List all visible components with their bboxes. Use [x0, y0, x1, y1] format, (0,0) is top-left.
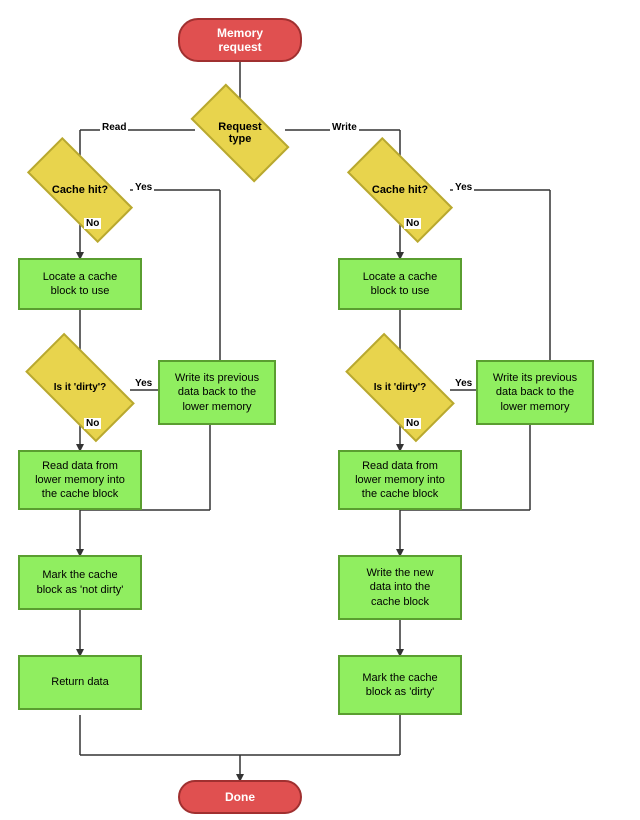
right-cache-hit-yes: Yes	[453, 182, 474, 193]
left-read-lower-block: Read data fromlower memory intothe cache…	[18, 450, 142, 510]
left-locate-label: Locate a cacheblock to use	[43, 270, 118, 299]
left-writeback-block: Write its previousdata back to thelower …	[158, 360, 276, 425]
right-mark-dirty-block: Mark the cacheblock as 'dirty'	[338, 655, 462, 715]
left-mark-not-dirty-label: Mark the cacheblock as 'not dirty'	[37, 568, 124, 597]
done-label: Done	[225, 790, 255, 804]
left-dirty-diamond: Is it 'dirty'?	[30, 360, 130, 415]
request-type-diamond: Requesttype	[195, 108, 285, 158]
right-write-new-block: Write the newdata into thecache block	[338, 555, 462, 620]
left-dirty-label: Is it 'dirty'?	[54, 382, 107, 393]
right-writeback-block: Write its previousdata back to thelower …	[476, 360, 594, 425]
left-cache-hit-yes: Yes	[133, 182, 154, 193]
write-label: Write	[330, 122, 359, 133]
right-mark-dirty-label: Mark the cacheblock as 'dirty'	[362, 671, 437, 700]
right-cache-hit-diamond: Cache hit?	[350, 165, 450, 215]
left-return-label: Return data	[51, 675, 108, 689]
right-read-lower-label: Read data fromlower memory intothe cache…	[355, 459, 445, 502]
flowchart-diagram: Memoryrequest Requesttype Read Write Cac…	[0, 0, 640, 820]
read-label: Read	[100, 122, 128, 133]
memory-request-node: Memoryrequest	[178, 18, 302, 62]
right-dirty-diamond: Is it 'dirty'?	[350, 360, 450, 415]
right-write-new-label: Write the newdata into thecache block	[366, 566, 433, 609]
left-cache-hit-label: Cache hit?	[52, 184, 108, 196]
right-writeback-label: Write its previousdata back to thelower …	[493, 371, 577, 414]
right-read-lower-block: Read data fromlower memory intothe cache…	[338, 450, 462, 510]
left-return-block: Return data	[18, 655, 142, 710]
left-cache-hit-no: No	[84, 218, 101, 229]
left-dirty-no: No	[84, 418, 101, 429]
right-dirty-label: Is it 'dirty'?	[374, 382, 427, 393]
right-dirty-yes: Yes	[453, 378, 474, 389]
left-locate-block: Locate a cacheblock to use	[18, 258, 142, 310]
right-locate-block: Locate a cacheblock to use	[338, 258, 462, 310]
left-dirty-yes: Yes	[133, 378, 154, 389]
right-cache-hit-no: No	[404, 218, 421, 229]
right-locate-label: Locate a cacheblock to use	[363, 270, 438, 299]
left-cache-hit-diamond: Cache hit?	[30, 165, 130, 215]
left-writeback-label: Write its previousdata back to thelower …	[175, 371, 259, 414]
request-type-label: Requesttype	[218, 121, 261, 145]
memory-request-label: Memoryrequest	[217, 26, 263, 54]
left-read-lower-label: Read data fromlower memory intothe cache…	[35, 459, 125, 502]
left-mark-not-dirty-block: Mark the cacheblock as 'not dirty'	[18, 555, 142, 610]
done-node: Done	[178, 780, 302, 814]
right-dirty-no: No	[404, 418, 421, 429]
right-cache-hit-label: Cache hit?	[372, 184, 428, 196]
